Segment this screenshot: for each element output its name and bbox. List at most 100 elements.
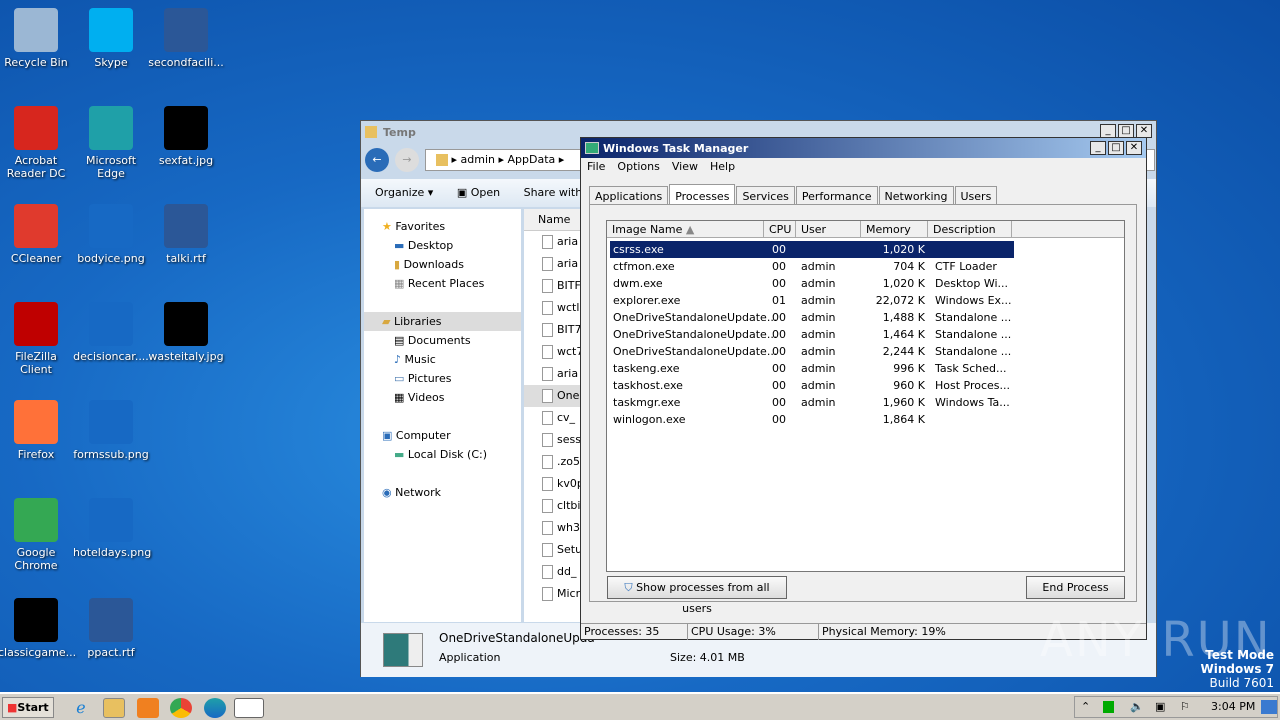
explorer-taskbar-icon[interactable]	[103, 698, 125, 718]
volume-icon[interactable]: 🔈	[1130, 697, 1144, 717]
process-row[interactable]: dwm.exe 00 admin 1,020 K Desktop Wi...	[610, 275, 1014, 292]
tab-networking[interactable]: Networking	[878, 186, 954, 206]
nav-pictures[interactable]: ▭ Pictures	[364, 369, 521, 388]
desktop-icon-formssub-png[interactable]: formssub.png	[73, 400, 149, 461]
process-row[interactable]: taskhost.exe 00 admin 960 K Host Proces...	[610, 377, 1014, 394]
column-image-name[interactable]: Image Name ▲	[607, 221, 764, 238]
internet-explorer-taskbar-icon[interactable]: ℯ	[70, 698, 92, 718]
file-row[interactable]: sess	[524, 429, 584, 451]
process-row[interactable]: OneDriveStandaloneUpdate... 00 admin 1,488 …	[610, 309, 1014, 326]
desktop-icon-acrobat-reader-dc[interactable]: Acrobat Reader DC	[0, 106, 74, 180]
process-row[interactable]: ctfmon.exe 00 admin 704 K CTF Loader	[610, 258, 1014, 275]
file-row[interactable]: .zo5	[524, 451, 584, 473]
desktop-icon-microsoft-edge[interactable]: Microsoft Edge	[73, 106, 149, 180]
process-row[interactable]: explorer.exe 01 admin 22,072 K Windows Ex...	[610, 292, 1014, 309]
desktop-icon-google-chrome[interactable]: Google Chrome	[0, 498, 74, 572]
process-row[interactable]: taskmgr.exe 00 admin 1,960 K Windows Ta...	[610, 394, 1014, 411]
desktop-icon-ccleaner[interactable]: CCleaner	[0, 204, 74, 265]
tab-processes[interactable]: Processes	[669, 184, 736, 206]
process-monitor-icon[interactable]	[1103, 701, 1114, 713]
open-button[interactable]: ▣ Open	[457, 186, 500, 199]
tab-users[interactable]: Users	[954, 186, 998, 206]
desktop-icon-sexfat-jpg[interactable]: sexfat.jpg	[148, 106, 224, 167]
file-row[interactable]: cv_	[524, 407, 584, 429]
tab-performance[interactable]: Performance	[795, 186, 878, 206]
desktop-icon-wasteitaly-jpg[interactable]: wasteitaly.jpg	[148, 302, 224, 363]
minimize-button[interactable]: _	[1100, 124, 1116, 138]
back-button[interactable]: ←	[365, 148, 389, 172]
file-row[interactable]: aria	[524, 253, 584, 275]
file-row[interactable]: wct7	[524, 341, 584, 363]
column-description[interactable]: Description	[928, 221, 1012, 238]
show-hidden-icons-icon[interactable]: ⌃	[1081, 697, 1090, 717]
nav-videos[interactable]: ▦ Videos	[364, 388, 521, 407]
file-row[interactable]: Setu	[524, 539, 584, 561]
close-button[interactable]: ✕	[1126, 141, 1142, 155]
file-row[interactable]: kv0p	[524, 473, 584, 495]
desktop-icon-hoteldays-png[interactable]: hoteldays.png	[73, 498, 151, 559]
tab-applications[interactable]: Applications	[589, 186, 669, 206]
task-manager-titlebar[interactable]: Windows Task Manager	[581, 138, 1146, 158]
show-all-processes-button[interactable]: ⛉ Show processes from all users	[607, 576, 787, 615]
file-row[interactable]: wh3	[524, 517, 584, 539]
desktop-icon-bodyice-png[interactable]: bodyice.png	[73, 204, 149, 265]
desktop-icon-decisioncar[interactable]: decisioncar....	[73, 302, 149, 363]
desktop-icon-secondfacili[interactable]: secondfacili...	[148, 8, 224, 69]
minimize-button[interactable]: _	[1090, 141, 1106, 155]
nav-recent-places[interactable]: ▦ Recent Places	[364, 274, 521, 293]
menu-options[interactable]: Options	[617, 160, 659, 173]
maximize-button[interactable]: □	[1118, 124, 1134, 138]
nav-downloads[interactable]: ▮ Downloads	[364, 255, 521, 274]
nav-documents[interactable]: ▤ Documents	[364, 331, 521, 350]
breadcrumb-appdata[interactable]: AppData	[508, 153, 556, 166]
show-desktop-button[interactable]	[1261, 700, 1277, 714]
desktop-icon-talki-rtf[interactable]: talki.rtf	[148, 204, 224, 265]
desktop-icon-firefox[interactable]: Firefox	[0, 400, 74, 461]
column-cpu[interactable]: CPU	[764, 221, 796, 238]
file-row[interactable]: One	[524, 385, 584, 407]
process-row[interactable]: OneDriveStandaloneUpdate... 00 admin 1,464 …	[610, 326, 1014, 343]
column-header-name[interactable]: Name	[524, 209, 584, 231]
file-row[interactable]: cltbi	[524, 495, 584, 517]
network-tray-icon[interactable]: ▣	[1155, 697, 1165, 717]
file-row[interactable]: BIT7	[524, 319, 584, 341]
file-row[interactable]: aria	[524, 231, 584, 253]
tab-services[interactable]: Services	[736, 186, 795, 206]
chrome-taskbar-icon[interactable]	[170, 698, 192, 718]
desktop-icon-skype[interactable]: Skype	[73, 8, 149, 69]
task-manager-taskbar-icon[interactable]	[234, 698, 264, 718]
close-button[interactable]: ✕	[1136, 124, 1152, 138]
media-player-taskbar-icon[interactable]	[137, 698, 159, 718]
end-process-button[interactable]: End Process	[1026, 576, 1125, 599]
file-row[interactable]: wctl	[524, 297, 584, 319]
file-row[interactable]: BITF	[524, 275, 584, 297]
nav-desktop[interactable]: ▬ Desktop	[364, 236, 521, 255]
nav-network[interactable]: ◉ Network	[364, 483, 521, 502]
menu-help[interactable]: Help	[710, 160, 735, 173]
desktop-icon-ppact-rtf[interactable]: ppact.rtf	[73, 598, 149, 659]
file-row[interactable]: Micr	[524, 583, 584, 605]
clock[interactable]: 3:04 PM	[1211, 697, 1255, 717]
action-center-flag-icon[interactable]: ⚐	[1180, 697, 1190, 717]
file-row[interactable]: aria	[524, 363, 584, 385]
nav-computer[interactable]: ▣ Computer	[364, 426, 521, 445]
menu-view[interactable]: View	[672, 160, 698, 173]
desktop-icon-recycle-bin[interactable]: Recycle Bin	[0, 8, 74, 69]
process-row[interactable]: winlogon.exe 00 1,864 K	[610, 411, 1014, 428]
column-user-name[interactable]: User Name	[796, 221, 861, 253]
forward-button[interactable]: →	[395, 148, 419, 172]
edge-taskbar-icon[interactable]	[204, 698, 226, 718]
file-row[interactable]: dd_	[524, 561, 584, 583]
process-row[interactable]: taskeng.exe 00 admin 996 K Task Sched...	[610, 360, 1014, 377]
maximize-button[interactable]: □	[1108, 141, 1124, 155]
breadcrumb-admin[interactable]: admin	[461, 153, 495, 166]
start-button[interactable]: ■Start	[2, 697, 54, 718]
nav-libraries[interactable]: ▰ Libraries	[364, 312, 521, 331]
column-memory[interactable]: Memory (...	[861, 221, 928, 253]
nav-local-disk[interactable]: ▬ Local Disk (C:)	[364, 445, 521, 464]
nav-favorites[interactable]: ★ Favorites	[364, 217, 521, 236]
menu-file[interactable]: File	[587, 160, 605, 173]
organize-button[interactable]: Organize ▾	[375, 186, 433, 199]
process-row[interactable]: csrss.exe 00 1,020 K	[610, 241, 1014, 258]
nav-music[interactable]: ♪ Music	[364, 350, 521, 369]
